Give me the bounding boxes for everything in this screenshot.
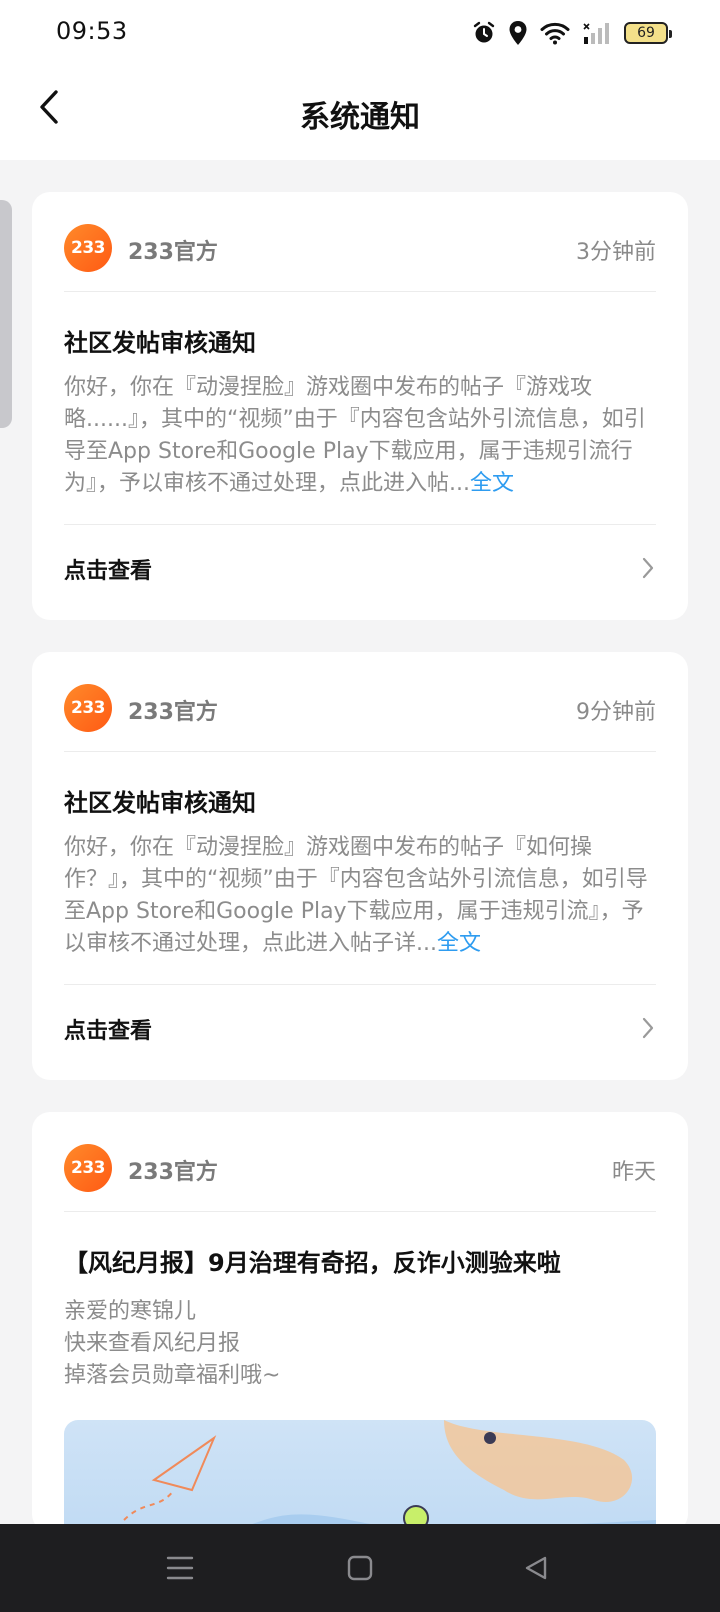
- card-header: 233 233官方 9分钟前: [64, 652, 656, 752]
- notification-body: 你好，你在『动漫捏脸』游戏圈中发布的帖子『游戏攻略......』，其中的“视频”…: [64, 372, 656, 500]
- home-square-icon: [347, 1555, 373, 1581]
- sender-logo: 233: [64, 224, 112, 272]
- sender-name: 233官方: [128, 700, 218, 725]
- notification-time: 9分钟前: [576, 700, 656, 725]
- sender-logo: 233: [64, 684, 112, 732]
- notification-time: 3分钟前: [576, 240, 656, 265]
- notification-card[interactable]: 233 233官方 昨天 【风纪月报】9月治理有奇招，反诈小测验来啦 亲爱的寒锦…: [32, 1112, 688, 1532]
- system-nav-bar: [0, 1524, 720, 1612]
- notification-title: 社区发帖审核通知: [64, 329, 256, 357]
- page-title: 系统通知: [300, 100, 420, 135]
- home-button[interactable]: [340, 1548, 380, 1588]
- status-bar: 09:53 69: [0, 0, 720, 64]
- notification-body-text: 你好，你在『动漫捏脸』游戏圈中发布的帖子『如何操作？』，其中的“视频”由于『内容…: [64, 835, 648, 956]
- view-details-label: 点击查看: [64, 559, 153, 584]
- logo-text: 233: [71, 1158, 106, 1178]
- notification-body: 亲爱的寒锦儿 快来查看风纪月报 掉落会员勋章福利哦~: [64, 1296, 656, 1392]
- chevron-right-icon: [642, 1017, 654, 1039]
- view-details-row[interactable]: 点击查看: [64, 984, 656, 1074]
- body-line: 亲爱的寒锦儿: [64, 1299, 197, 1324]
- edge-scroll-handle[interactable]: [0, 200, 12, 428]
- sender-name: 233官方: [128, 240, 218, 265]
- title-bar: 系统通知: [0, 64, 720, 160]
- logo-text: 233: [71, 238, 106, 258]
- monthly-report-banner[interactable]: [64, 1420, 656, 1532]
- signal-icon: [583, 23, 609, 44]
- notification-body: 你好，你在『动漫捏脸』游戏圈中发布的帖子『如何操作？』，其中的“视频”由于『内容…: [64, 832, 656, 960]
- wifi-icon: [540, 22, 570, 45]
- sender-name: 233官方: [128, 1160, 218, 1185]
- card-header: 233 233官方 昨天: [64, 1112, 656, 1212]
- card-header: 233 233官方 3分钟前: [64, 192, 656, 292]
- body-line: 快来查看风纪月报: [64, 1331, 241, 1356]
- notification-card[interactable]: 233 233官方 3分钟前 社区发帖审核通知 你好，你在『动漫捏脸』游戏圈中发…: [32, 192, 688, 620]
- notification-title: 社区发帖审核通知: [64, 789, 256, 817]
- chevron-right-icon: [642, 557, 654, 579]
- notification-time: 昨天: [611, 1160, 656, 1185]
- menu-icon: [166, 1556, 194, 1580]
- battery-icon: 69: [624, 22, 672, 44]
- notification-title: 【风纪月报】9月治理有奇招，反诈小测验来啦: [64, 1249, 561, 1277]
- location-icon: [509, 21, 527, 45]
- battery-level: 69: [637, 25, 655, 41]
- full-text-link[interactable]: 全文: [437, 931, 481, 956]
- banner-illustration: [64, 1420, 656, 1532]
- alarm-icon: [473, 21, 495, 43]
- view-details-row[interactable]: 点击查看: [64, 524, 656, 614]
- view-details-label: 点击查看: [64, 1019, 153, 1044]
- sender-logo: 233: [64, 1144, 112, 1192]
- body-line: 掉落会员勋章福利哦~: [64, 1363, 281, 1388]
- menu-button[interactable]: [160, 1548, 200, 1588]
- back-nav-button[interactable]: [516, 1548, 556, 1588]
- status-time: 09:53: [56, 17, 128, 45]
- notification-card[interactable]: 233 233官方 9分钟前 社区发帖审核通知 你好，你在『动漫捏脸』游戏圈中发…: [32, 652, 688, 1080]
- logo-text: 233: [71, 698, 106, 718]
- status-icons: 69: [472, 18, 672, 48]
- triangle-back-icon: [525, 1556, 547, 1580]
- full-text-link[interactable]: 全文: [470, 471, 514, 496]
- notification-body-text: 你好，你在『动漫捏脸』游戏圈中发布的帖子『游戏攻略......』，其中的“视频”…: [64, 375, 646, 496]
